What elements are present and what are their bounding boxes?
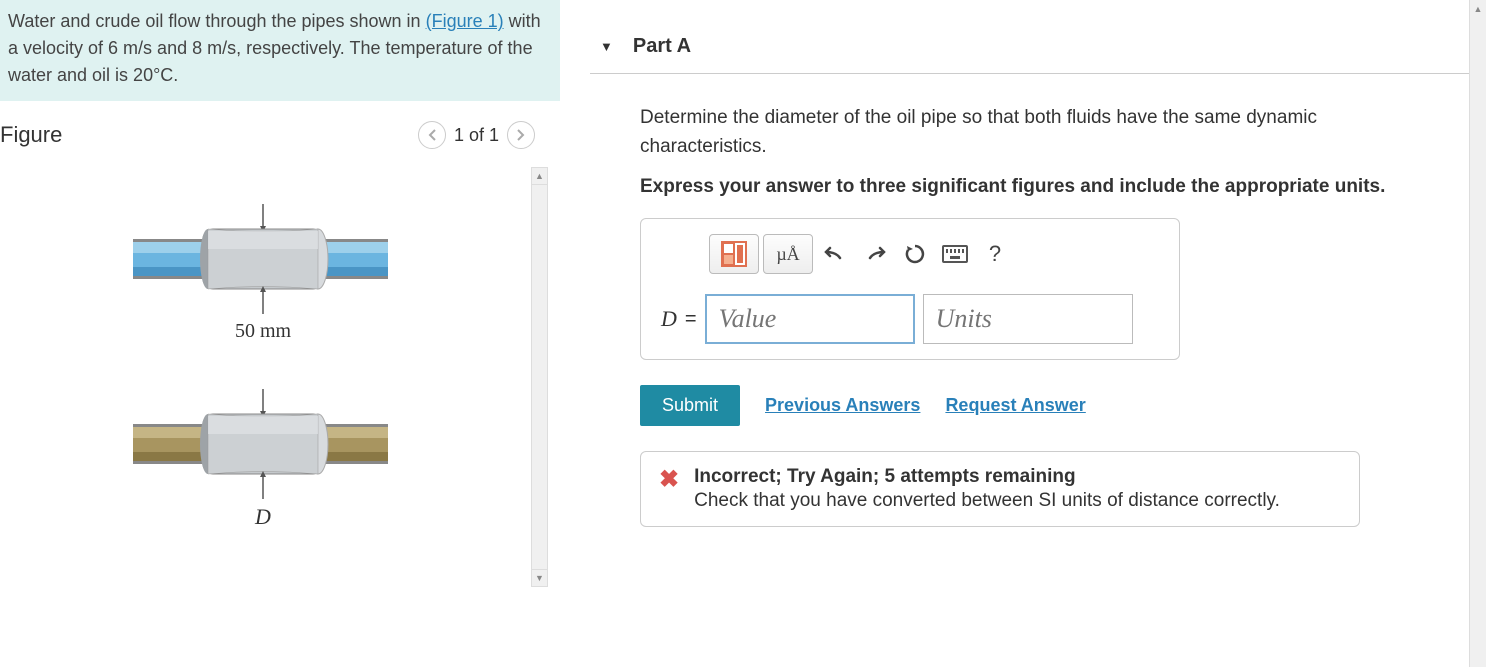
reset-button[interactable] — [897, 234, 933, 274]
caret-down-icon: ▼ — [600, 39, 613, 54]
scroll-up-icon[interactable]: ▲ — [532, 168, 547, 185]
figure-prev-button[interactable] — [418, 121, 446, 149]
svg-text:D: D — [254, 504, 271, 529]
variable-label: D — [661, 306, 677, 332]
figure-next-button[interactable] — [507, 121, 535, 149]
undo-icon — [824, 244, 846, 264]
part-header[interactable]: ▼ Part A — [590, 0, 1486, 74]
template-picker-button[interactable] — [709, 234, 759, 274]
figure-scrollbar[interactable]: ▲ ▼ — [531, 167, 548, 587]
svg-text:50 mm: 50 mm — [234, 320, 291, 342]
value-input[interactable] — [705, 294, 915, 344]
undo-button[interactable] — [817, 234, 853, 274]
submit-button[interactable]: Submit — [640, 385, 740, 426]
instruction-text: Express your answer to three significant… — [640, 176, 1446, 198]
figure-page-label: 1 of 1 — [454, 125, 499, 146]
feedback-message: Check that you have converted between SI… — [694, 490, 1280, 512]
keyboard-button[interactable] — [937, 234, 973, 274]
problem-text-1: Water and crude oil flow through the pip… — [8, 11, 426, 31]
figure-link[interactable]: (Figure 1) — [426, 11, 504, 31]
units-symbol-button[interactable]: µÅ — [763, 234, 813, 274]
panel-scrollbar[interactable]: ▲ — [1469, 0, 1486, 667]
reset-icon — [904, 243, 926, 265]
problem-statement: Water and crude oil flow through the pip… — [0, 0, 560, 101]
redo-button[interactable] — [857, 234, 893, 274]
figure-title: Figure — [0, 122, 62, 148]
incorrect-icon: ✖ — [659, 468, 679, 492]
chevron-right-icon — [516, 128, 526, 142]
question-text: Determine the diameter of the oil pipe s… — [640, 104, 1446, 161]
feedback-title: Incorrect; Try Again; 5 attempts remaini… — [694, 466, 1280, 488]
part-title: Part A — [633, 35, 691, 58]
redo-icon — [864, 244, 886, 264]
previous-answers-link[interactable]: Previous Answers — [765, 395, 920, 416]
scroll-up-icon[interactable]: ▲ — [1470, 0, 1486, 17]
chevron-left-icon — [427, 128, 437, 142]
template-icon — [721, 241, 747, 267]
feedback-box: ✖ Incorrect; Try Again; 5 attempts remai… — [640, 451, 1360, 527]
units-input[interactable] — [923, 294, 1133, 344]
figure-image: 50 mm — [93, 169, 433, 569]
answer-box: µÅ ? D — [640, 218, 1180, 360]
keyboard-icon — [942, 245, 968, 263]
equals-label: = — [685, 308, 697, 331]
scroll-down-icon[interactable]: ▼ — [532, 569, 547, 586]
request-answer-link[interactable]: Request Answer — [945, 395, 1085, 416]
help-button[interactable]: ? — [977, 234, 1013, 274]
